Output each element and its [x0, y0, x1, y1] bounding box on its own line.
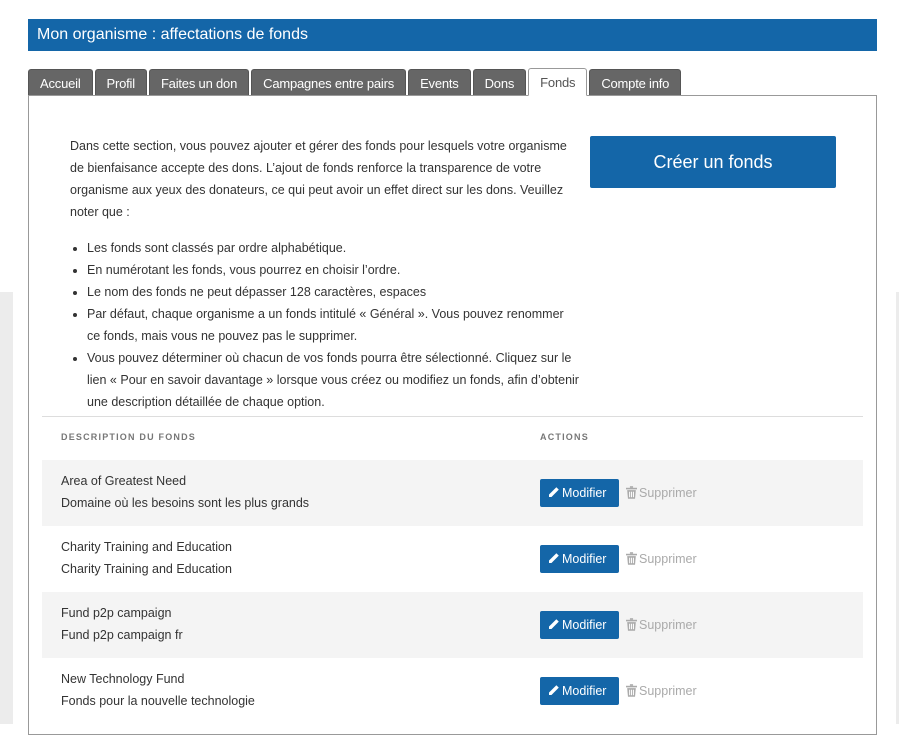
tab-compte-info[interactable]: Compte info — [589, 69, 682, 96]
tab-events[interactable]: Events — [408, 69, 471, 96]
intro-bullet-list: Les fonds sont classés par ordre alphabé… — [70, 237, 580, 413]
trash-icon — [626, 486, 637, 499]
pencil-icon — [549, 553, 559, 563]
edit-fund-button[interactable]: Modifier — [540, 479, 619, 507]
intro-bullet: Vous pouvez déterminer où chacun de vos … — [87, 347, 580, 413]
fund-description: Area of Greatest Need Domaine où les bes… — [61, 470, 309, 514]
tab-fonds[interactable]: Fonds — [528, 68, 588, 96]
delete-fund-link[interactable]: Supprimer — [626, 677, 697, 705]
fund-name: Area of Greatest Need — [61, 474, 187, 488]
delete-fund-link[interactable]: Supprimer — [626, 479, 697, 507]
tab-bar: Accueil Profil Faites un don Campagnes e… — [28, 68, 683, 96]
table-header: DESCRIPTION DU FONDS ACTIONS — [42, 432, 863, 450]
edit-label: Modifier — [562, 486, 607, 500]
fund-description: Charity Training and Education Charity T… — [61, 536, 232, 580]
fund-name: Charity Training and Education — [61, 540, 232, 554]
pencil-icon — [549, 487, 559, 497]
delete-fund-link[interactable]: Supprimer — [626, 611, 697, 639]
delete-label: Supprimer — [639, 684, 697, 698]
table-row: Area of Greatest Need Domaine où les bes… — [42, 460, 863, 526]
create-fund-button[interactable]: Créer un fonds — [590, 136, 836, 188]
column-header-actions: ACTIONS — [540, 432, 589, 442]
table-row: Fund p2p campaign Fund p2p campaign fr M… — [42, 592, 863, 658]
fund-description: Fund p2p campaign Fund p2p campaign fr — [61, 602, 183, 646]
pencil-icon — [549, 685, 559, 695]
fund-name-fr: Charity Training and Education — [61, 562, 232, 576]
delete-label: Supprimer — [639, 552, 697, 566]
trash-icon — [626, 618, 637, 631]
fund-name-fr: Domaine où les besoins sont les plus gra… — [61, 496, 310, 510]
edit-fund-button[interactable]: Modifier — [540, 677, 619, 705]
intro-bullet: En numérotant les fonds, vous pourrez en… — [87, 259, 580, 281]
left-background-strip — [0, 292, 13, 724]
page-title: Mon organisme : affectations de fonds — [28, 19, 877, 51]
intro-bullet: Les fonds sont classés par ordre alphabé… — [87, 237, 580, 259]
intro-bullet: Le nom des fonds ne peut dépasser 128 ca… — [87, 281, 580, 303]
edit-fund-button[interactable]: Modifier — [540, 545, 619, 573]
intro-section: Dans cette section, vous pouvez ajouter … — [70, 135, 580, 413]
tab-faites-un-don[interactable]: Faites un don — [148, 69, 250, 96]
fund-name: New Technology Fund — [61, 672, 185, 686]
edit-label: Modifier — [562, 552, 607, 566]
fund-name: Fund p2p campaign — [61, 606, 172, 620]
pencil-icon — [549, 619, 559, 629]
funds-panel: Dans cette section, vous pouvez ajouter … — [28, 95, 877, 735]
tab-campagnes-entre-pairs[interactable]: Campagnes entre pairs — [251, 69, 407, 96]
fund-name-fr: Fonds pour la nouvelle technologie — [61, 694, 255, 708]
delete-label: Supprimer — [639, 618, 697, 632]
edit-fund-button[interactable]: Modifier — [540, 611, 619, 639]
intro-bullet: Par défaut, chaque organisme a un fonds … — [87, 303, 580, 347]
column-header-description: DESCRIPTION DU FONDS — [61, 432, 197, 442]
tab-dons[interactable]: Dons — [472, 69, 527, 96]
delete-fund-link[interactable]: Supprimer — [626, 545, 697, 573]
fund-description: New Technology Fund Fonds pour la nouvel… — [61, 668, 255, 712]
section-divider — [42, 416, 863, 417]
edit-label: Modifier — [562, 618, 607, 632]
trash-icon — [626, 552, 637, 565]
edit-label: Modifier — [562, 684, 607, 698]
tab-accueil[interactable]: Accueil — [28, 69, 93, 96]
table-row: Charity Training and Education Charity T… — [42, 526, 863, 592]
delete-label: Supprimer — [639, 486, 697, 500]
intro-paragraph: Dans cette section, vous pouvez ajouter … — [70, 139, 567, 219]
tab-profil[interactable]: Profil — [94, 69, 147, 96]
trash-icon — [626, 684, 637, 697]
fund-name-fr: Fund p2p campaign fr — [61, 628, 183, 642]
table-row: New Technology Fund Fonds pour la nouvel… — [42, 658, 863, 724]
